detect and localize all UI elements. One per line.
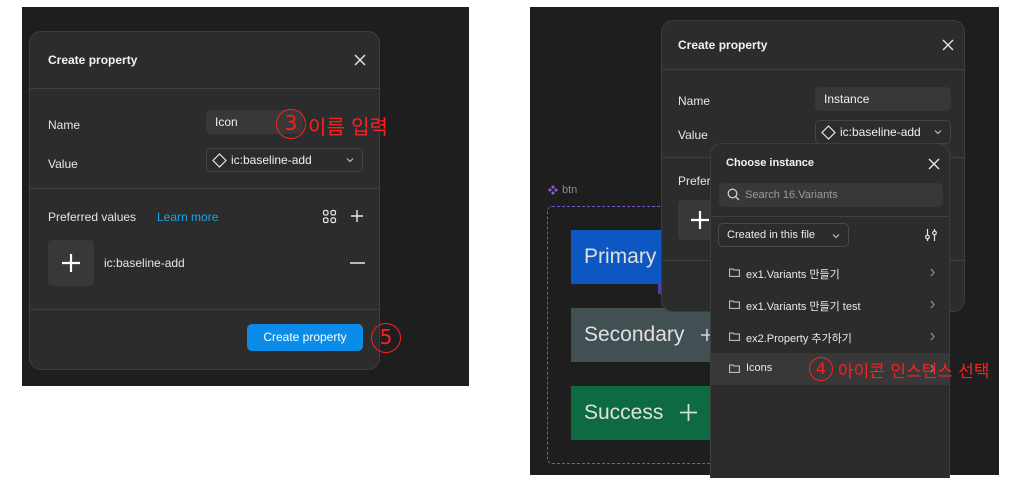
dialog-title: Create property (48, 53, 138, 67)
name-input[interactable]: Instance (815, 87, 951, 111)
variant-label: Success (584, 401, 664, 424)
close-icon[interactable] (941, 38, 955, 52)
dialog-title: Create property (678, 38, 768, 52)
create-property-dialog: Create property Name Icon Value ic:basel… (29, 31, 380, 370)
variant-primary[interactable]: Primary (571, 230, 671, 284)
library-grid-icon[interactable] (322, 209, 337, 224)
value-select[interactable]: ic:baseline-add (206, 148, 363, 172)
search-icon (727, 188, 740, 201)
step-4-annotation: 아이콘 인스턴스 선택 (838, 362, 990, 382)
variant-label: Secondary (584, 323, 685, 346)
variant-label: Primary (584, 245, 657, 268)
chevron-down-icon (346, 158, 354, 163)
value-select-text: ic:baseline-add (840, 125, 921, 139)
step-5-badge: 5 (371, 323, 401, 353)
divider (30, 309, 379, 310)
popover-title: Choose instance (726, 157, 815, 169)
source-filter-label: Created in this file (727, 229, 816, 241)
folder-icon (729, 332, 740, 341)
value-label: Value (678, 128, 708, 142)
step-4-badge: 4 (809, 357, 833, 381)
variant-secondary[interactable]: Secondary (571, 308, 721, 362)
chevron-right-icon (930, 332, 935, 341)
folder-label: Icons (746, 362, 773, 374)
remove-icon[interactable] (350, 262, 365, 264)
choose-instance-popover: Choose instance Search 16.Variants Creat… (710, 143, 950, 478)
folder-label: ex1.Variants 만들기 (746, 269, 840, 281)
value-label: Value (48, 157, 78, 171)
plus-icon (62, 254, 80, 272)
folder-label: ex2.Property 추가하기 (746, 333, 852, 345)
divider (711, 216, 949, 217)
plus-icon (680, 404, 697, 421)
divider (30, 188, 379, 189)
preferred-value-thumbnail (48, 240, 94, 286)
preferred-values-label: Prefer (678, 174, 711, 188)
instance-search-input[interactable]: Search 16.Variants (719, 183, 943, 207)
folder-icon (729, 268, 740, 277)
adjust-settings-icon[interactable] (924, 228, 938, 242)
folder-icon (729, 364, 740, 373)
folder-label: ex1.Variants 만들기 test (746, 301, 861, 313)
component-instance-icon (212, 152, 227, 168)
preferred-value-label: ic:baseline-add (104, 256, 185, 270)
plus-icon (691, 211, 709, 229)
learn-more-link[interactable]: Learn more (157, 210, 218, 224)
chevron-down-icon (832, 234, 840, 239)
instance-folder-item[interactable]: ex1.Variants 만들기 test (711, 289, 949, 321)
value-select-text: ic:baseline-add (231, 153, 312, 167)
component-instance-icon (821, 124, 836, 140)
variant-success[interactable]: Success (571, 386, 721, 440)
chevron-right-icon (930, 268, 935, 277)
name-label: Name (678, 94, 711, 108)
divider (30, 88, 379, 89)
value-select[interactable]: ic:baseline-add (815, 120, 951, 144)
instance-folder-item[interactable]: ex1.Variants 만들기 (711, 257, 949, 289)
instance-folder-item[interactable]: ex2.Property 추가하기 (711, 321, 949, 353)
add-icon[interactable] (350, 209, 364, 223)
component-set-label: btn (562, 184, 578, 196)
step-3-annotation: 이름 입력 (308, 115, 388, 139)
search-placeholder: Search 16.Variants (745, 189, 838, 201)
preferred-values-label: Preferred values (48, 210, 137, 224)
close-icon[interactable] (353, 53, 367, 67)
create-property-button[interactable]: Create property (247, 324, 363, 351)
component-icon (548, 185, 558, 195)
source-filter-select[interactable]: Created in this file (718, 223, 849, 247)
chevron-right-icon (930, 300, 935, 309)
chevron-down-icon (934, 130, 942, 135)
name-label: Name (48, 118, 81, 132)
step-3-badge: 3 (276, 109, 306, 139)
divider (662, 69, 964, 70)
close-icon[interactable] (927, 157, 941, 171)
folder-icon (729, 300, 740, 309)
